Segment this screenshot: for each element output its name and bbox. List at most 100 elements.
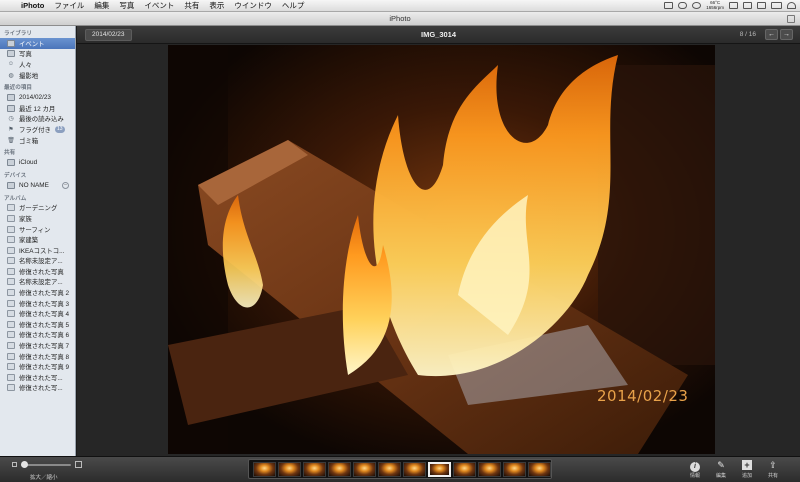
eject-icon[interactable]: –: [62, 181, 69, 189]
window-title-bar: iPhoto: [0, 12, 800, 26]
source-list-sidebar: ライブラリ イベント 写真 ☺ 人々 ◍ 撮影地 最近の項目 2014/02/23 …: [0, 26, 76, 456]
sidebar-item-label: 家族: [19, 215, 32, 223]
filmstrip-thumbnail[interactable]: [503, 461, 527, 477]
status-box-icon[interactable]: [664, 2, 674, 9]
sidebar-item-album[interactable]: 修復された写真: [0, 266, 75, 277]
sidebar-item-album[interactable]: 修復された写真 5: [0, 319, 75, 330]
sidebar-item-trash[interactable]: 🗑 ゴミ箱: [0, 135, 75, 146]
sidebar-item-album[interactable]: 名称未設定ア...: [0, 256, 75, 267]
main-photo[interactable]: 2014/02/23: [168, 45, 715, 454]
filmstrip-thumbnail[interactable]: [403, 461, 426, 477]
filmstrip-thumbnail[interactable]: [303, 461, 326, 477]
temperature-monitor[interactable]: 66°C 1656rpm: [706, 0, 724, 10]
sidebar-item-label: IKEAコストコ...: [19, 247, 65, 255]
previous-photo-button[interactable]: ←: [765, 29, 778, 40]
filmstrip-thumbnail[interactable]: [253, 461, 276, 477]
album-icon: [7, 384, 15, 392]
sidebar-item-icloud[interactable]: iCloud: [0, 157, 75, 168]
menu-share[interactable]: 共有: [179, 0, 204, 11]
clock-icon: ◷: [8, 116, 14, 123]
sidebar-item-label: 写真: [19, 51, 32, 59]
sidebar-item-photos[interactable]: 写真: [0, 49, 75, 60]
sidebar-item-label: 名称未設定ア...: [19, 279, 63, 287]
recent-section-header: 最近の項目: [4, 85, 32, 92]
sidebar-item-album[interactable]: 修復された写真 7: [0, 340, 75, 351]
sidebar-item-label: ゴミ箱: [19, 137, 39, 145]
menu-events[interactable]: イベント: [139, 0, 179, 11]
sidebar-item-album[interactable]: 修復された写真 9: [0, 361, 75, 372]
status-sync-icon[interactable]: [692, 2, 702, 9]
sidebar-item-no-name-device[interactable]: NO NAME –: [0, 180, 75, 191]
filmstrip-thumbnail[interactable]: [378, 461, 401, 477]
filmstrip-thumbnail[interactable]: [478, 461, 502, 477]
zoom-slider[interactable]: [12, 461, 82, 469]
menu-view[interactable]: 表示: [204, 0, 229, 11]
menu-photos[interactable]: 写真: [114, 0, 139, 11]
info-button[interactable]: i 情報: [685, 459, 705, 481]
menu-edit[interactable]: 編集: [89, 0, 114, 11]
sidebar-item-album[interactable]: 修復された写真 2: [0, 287, 75, 298]
sidebar-item-album[interactable]: サーフィン: [0, 224, 75, 235]
status-cloud-icon[interactable]: [678, 2, 688, 9]
album-icon: [7, 289, 15, 297]
devices-section-header: デバイス: [4, 172, 27, 179]
zoom-in-icon[interactable]: [75, 461, 82, 468]
menu-help[interactable]: ヘルプ: [277, 0, 310, 11]
sidebar-item-last-12-months[interactable]: 最近 12 カ月: [0, 103, 75, 114]
fullscreen-icon[interactable]: [787, 15, 795, 23]
sidebar-item-album[interactable]: 名称未設定ア...: [0, 277, 75, 288]
sidebar-item-faces[interactable]: ☺ 人々: [0, 59, 75, 70]
info-button-label: 情報: [689, 473, 700, 479]
sidebar-item-label: ガーデニング: [19, 205, 58, 213]
album-icon: [7, 331, 15, 339]
sidebar-item-label: フラグ付き: [19, 126, 51, 134]
filmstrip-thumbnail[interactable]: [528, 461, 552, 477]
status-display-icon[interactable]: [757, 2, 766, 9]
filmstrip-thumbnail[interactable]: [278, 461, 301, 477]
sidebar-item-events[interactable]: イベント: [0, 38, 75, 49]
menu-app-name[interactable]: iPhoto: [16, 1, 49, 10]
thumbnail-filmstrip: [248, 459, 552, 479]
menu-file[interactable]: ファイル: [49, 0, 89, 11]
sidebar-item-album[interactable]: 修復された写真 3: [0, 298, 75, 309]
filmstrip-thumbnail[interactable]: [453, 461, 477, 477]
sidebar-item-album[interactable]: 修復された写真 8: [0, 351, 75, 362]
status-bluetooth-icon[interactable]: [743, 2, 752, 9]
flagged-count-badge: 13: [54, 125, 65, 133]
menubar-status-area: 66°C 1656rpm: [664, 0, 800, 10]
sidebar-item-album[interactable]: 修復された写真 6: [0, 330, 75, 341]
sidebar-item-album[interactable]: 修復された写...: [0, 383, 75, 394]
filmstrip-thumbnail[interactable]: [353, 461, 376, 477]
sidebar-item-flagged[interactable]: ⚑ フラグ付き 13: [0, 124, 75, 135]
sidebar-item-places[interactable]: ◍ 撮影地: [0, 70, 75, 81]
status-sidebar-icon[interactable]: [729, 2, 738, 9]
sidebar-item-album[interactable]: IKEAコストコ...: [0, 245, 75, 256]
edit-button[interactable]: ✎ 編集: [711, 459, 731, 481]
share-button[interactable]: ⇪ 共有: [763, 459, 783, 481]
filmstrip-thumbnail-current[interactable]: [428, 461, 452, 477]
sidebar-item-label: 修復された写真 9: [19, 364, 70, 372]
sidebar-item-album[interactable]: 家建築: [0, 234, 75, 245]
sidebar-item-album[interactable]: 修復された写真 4: [0, 308, 75, 319]
sidebar-item-label: 人々: [19, 61, 32, 69]
edit-button-label: 編集: [715, 473, 726, 479]
sidebar-item-recent-event[interactable]: 2014/02/23: [0, 92, 75, 103]
sidebar-item-album[interactable]: 修復された写...: [0, 372, 75, 383]
sidebar-item-album[interactable]: ガーデニング: [0, 203, 75, 214]
sidebar-item-album[interactable]: 家族: [0, 213, 75, 224]
status-wifi-icon[interactable]: [787, 2, 796, 9]
zoom-slider-track[interactable]: [21, 464, 71, 466]
albums-section-header: アルバム: [4, 195, 27, 202]
zoom-slider-knob[interactable]: [21, 461, 28, 468]
sidebar-item-last-import[interactable]: ◷ 最後の読み込み: [0, 114, 75, 125]
filmstrip-thumbnail[interactable]: [328, 461, 351, 477]
next-photo-button[interactable]: →: [780, 29, 793, 40]
zoom-out-icon[interactable]: [12, 462, 17, 467]
status-battery-icon[interactable]: [771, 2, 782, 9]
add-button[interactable]: + 追加: [737, 459, 757, 481]
sidebar-item-label: 修復された写真 5: [19, 321, 70, 329]
album-icon: [7, 267, 15, 275]
sidebar-item-label: 名称未設定ア...: [19, 258, 63, 266]
smart-album-icon: [7, 236, 15, 244]
menu-window[interactable]: ウインドウ: [229, 0, 277, 11]
